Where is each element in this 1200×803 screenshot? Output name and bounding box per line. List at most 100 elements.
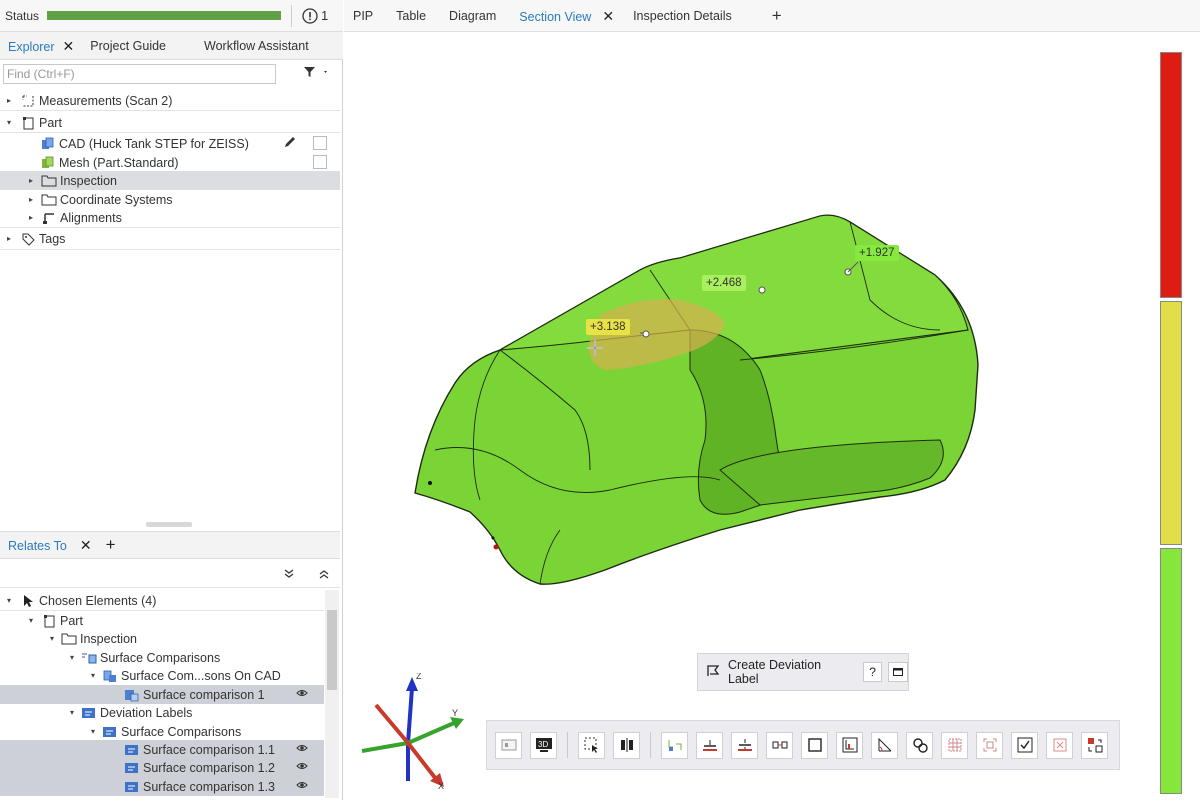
scale-yellow-band [1160,301,1182,545]
surface-comparisons-icon [81,651,97,665]
select-icon[interactable] [578,731,605,759]
tab-workflow-assistant[interactable]: Workflow Assistant [196,32,317,60]
splitter-handle[interactable] [146,522,192,527]
chevron-down-icon[interactable]: ▾ [26,616,36,625]
bottom-toolbar: 3D [486,720,1120,770]
tree-scrollbar[interactable] [325,590,339,798]
chart-icon[interactable] [836,731,863,759]
filter-icon[interactable] [303,66,329,81]
deviation-label-3[interactable]: +1.927 [855,245,899,261]
chevron-right-icon[interactable]: ▸ [26,213,36,222]
eye-icon[interactable] [296,761,308,774]
eye-icon[interactable] [296,780,308,793]
mesh-visibility-checkbox[interactable] [313,155,327,169]
tab-diagram[interactable]: Diagram [449,2,496,30]
grid-icon[interactable] [941,731,968,759]
section-icon[interactable] [731,731,758,759]
tree-item-surface-comparison-1-1[interactable]: Surface comparison 1.1 [0,740,324,759]
view-icon[interactable] [495,731,522,759]
tab-pip[interactable]: PIP [353,2,373,30]
axis-y-label: Y [452,708,458,718]
circle-icon[interactable] [906,731,933,759]
help-button[interactable]: ? [862,662,883,682]
axis-z-label: Z [416,673,422,681]
chevron-down-icon[interactable]: ▾ [88,727,98,736]
tree-item-label: Mesh (Part.Standard) [59,155,179,170]
tree-item-part[interactable]: ▾ Part [0,611,324,630]
tree-item-mesh[interactable]: Mesh (Part.Standard) [0,153,340,172]
surface-comparison-cad-icon [102,669,118,683]
pencil-icon[interactable] [283,135,297,152]
tree-item-label: Measurements (Scan 2) [39,93,173,108]
eye-icon[interactable] [296,688,308,701]
scrollbar-thumb[interactable] [327,610,337,690]
tree-item-inspection[interactable]: ▸ Inspection [0,171,340,190]
check-icon[interactable] [1011,731,1038,759]
tree-item-surface-comparisons[interactable]: ▾ Surface Comparisons [0,648,324,667]
3d-icon[interactable]: 3D [530,731,557,759]
window-toggle-icon[interactable] [888,662,909,682]
find-input[interactable]: Find (Ctrl+F) [3,64,276,84]
chevron-down-icon[interactable]: ▾ [4,118,14,127]
chevron-right-icon[interactable]: ▸ [4,96,14,105]
tab-inspection-details[interactable]: Inspection Details [633,2,732,30]
add-tab-button[interactable]: + [772,2,782,30]
eye-icon[interactable] [296,743,308,756]
connect-icon[interactable] [766,731,793,759]
chevron-right-icon[interactable]: ▸ [26,176,36,185]
collapse-all-icon[interactable] [283,568,295,583]
tree-item-surface-comparison-1-2[interactable]: Surface comparison 1.2 [0,758,324,777]
add-tab-button[interactable]: + [106,535,116,555]
chevron-right-icon[interactable]: ▸ [26,195,36,204]
folder-icon [61,632,77,646]
tree-item-deviation-labels[interactable]: ▾ Deviation Labels [0,703,324,722]
tree-item-label: CAD (Huck Tank STEP for ZEISS) [59,136,249,151]
tab-section-view[interactable]: Section View ✕ [519,2,614,30]
close-icon[interactable]: ✕ [63,38,75,54]
chevron-down-icon[interactable]: ▾ [47,634,57,643]
split-icon[interactable] [613,731,640,759]
frame-icon[interactable] [976,731,1003,759]
points-icon[interactable] [661,731,688,759]
tab-explorer[interactable]: Explorer ✕ [0,32,82,60]
tree-item-label: Alignments [60,210,122,225]
tree-item-chosen-elements[interactable]: ▾ Chosen Elements (4) [0,591,324,610]
chevron-down-icon[interactable]: ▾ [4,596,14,605]
tree-item-tags[interactable]: ▸ Tags [0,229,340,248]
tab-table[interactable]: Table [396,2,426,30]
deviation-label-icon [124,761,140,775]
chevron-down-icon[interactable]: ▾ [88,671,98,680]
alignment-icon [41,211,57,225]
tree-item-alignments[interactable]: ▸ Alignments [0,208,340,227]
tree-item-part[interactable]: ▾ Part [0,113,340,132]
delete-icon[interactable] [1046,731,1073,759]
rect-icon[interactable] [801,731,828,759]
status-bar: Status 1 [0,0,343,32]
tab-relates-to[interactable]: Relates To ✕ [0,531,100,559]
tree-item-surface-comparison-1-3[interactable]: Surface comparison 1.3 [0,777,324,796]
status-progress-bar [47,11,282,20]
plane-icon[interactable] [696,731,723,759]
close-icon[interactable]: ✕ [602,8,614,24]
chevron-right-icon[interactable]: ▸ [4,234,14,243]
tree-item-measurements[interactable]: ▸ Measurements (Scan 2) [0,91,340,110]
warning-indicator[interactable]: 1 [302,7,328,24]
tree-item-cad[interactable]: CAD (Huck Tank STEP for ZEISS) [0,134,340,153]
cursor-icon [20,594,36,608]
cad-visibility-checkbox[interactable] [313,136,327,150]
tree-item-surface-comparison-1[interactable]: Surface comparison 1 [0,685,324,704]
close-icon[interactable]: ✕ [80,537,92,553]
tree-item-coordinate-systems[interactable]: ▸ Coordinate Systems [0,190,340,209]
tree-item-inspection[interactable]: ▾ Inspection [0,629,324,648]
angle-icon[interactable] [871,731,898,759]
tree-item-surface-comparisons[interactable]: ▾ Surface Comparisons [0,722,324,741]
settings-icon[interactable] [1081,731,1108,759]
tree-item-surface-comparisons-on-cad[interactable]: ▾ Surface Com...sons On CAD [0,666,324,685]
tab-project-guide[interactable]: Project Guide [82,32,174,60]
create-deviation-label-button[interactable]: Create Deviation Label [728,658,853,686]
chevron-down-icon[interactable]: ▾ [67,708,77,717]
deviation-label-2[interactable]: +2.468 [702,275,746,291]
chevron-down-icon[interactable]: ▾ [67,653,77,662]
deviation-label-1[interactable]: +3.138 [586,319,630,335]
expand-all-icon[interactable] [318,568,330,583]
